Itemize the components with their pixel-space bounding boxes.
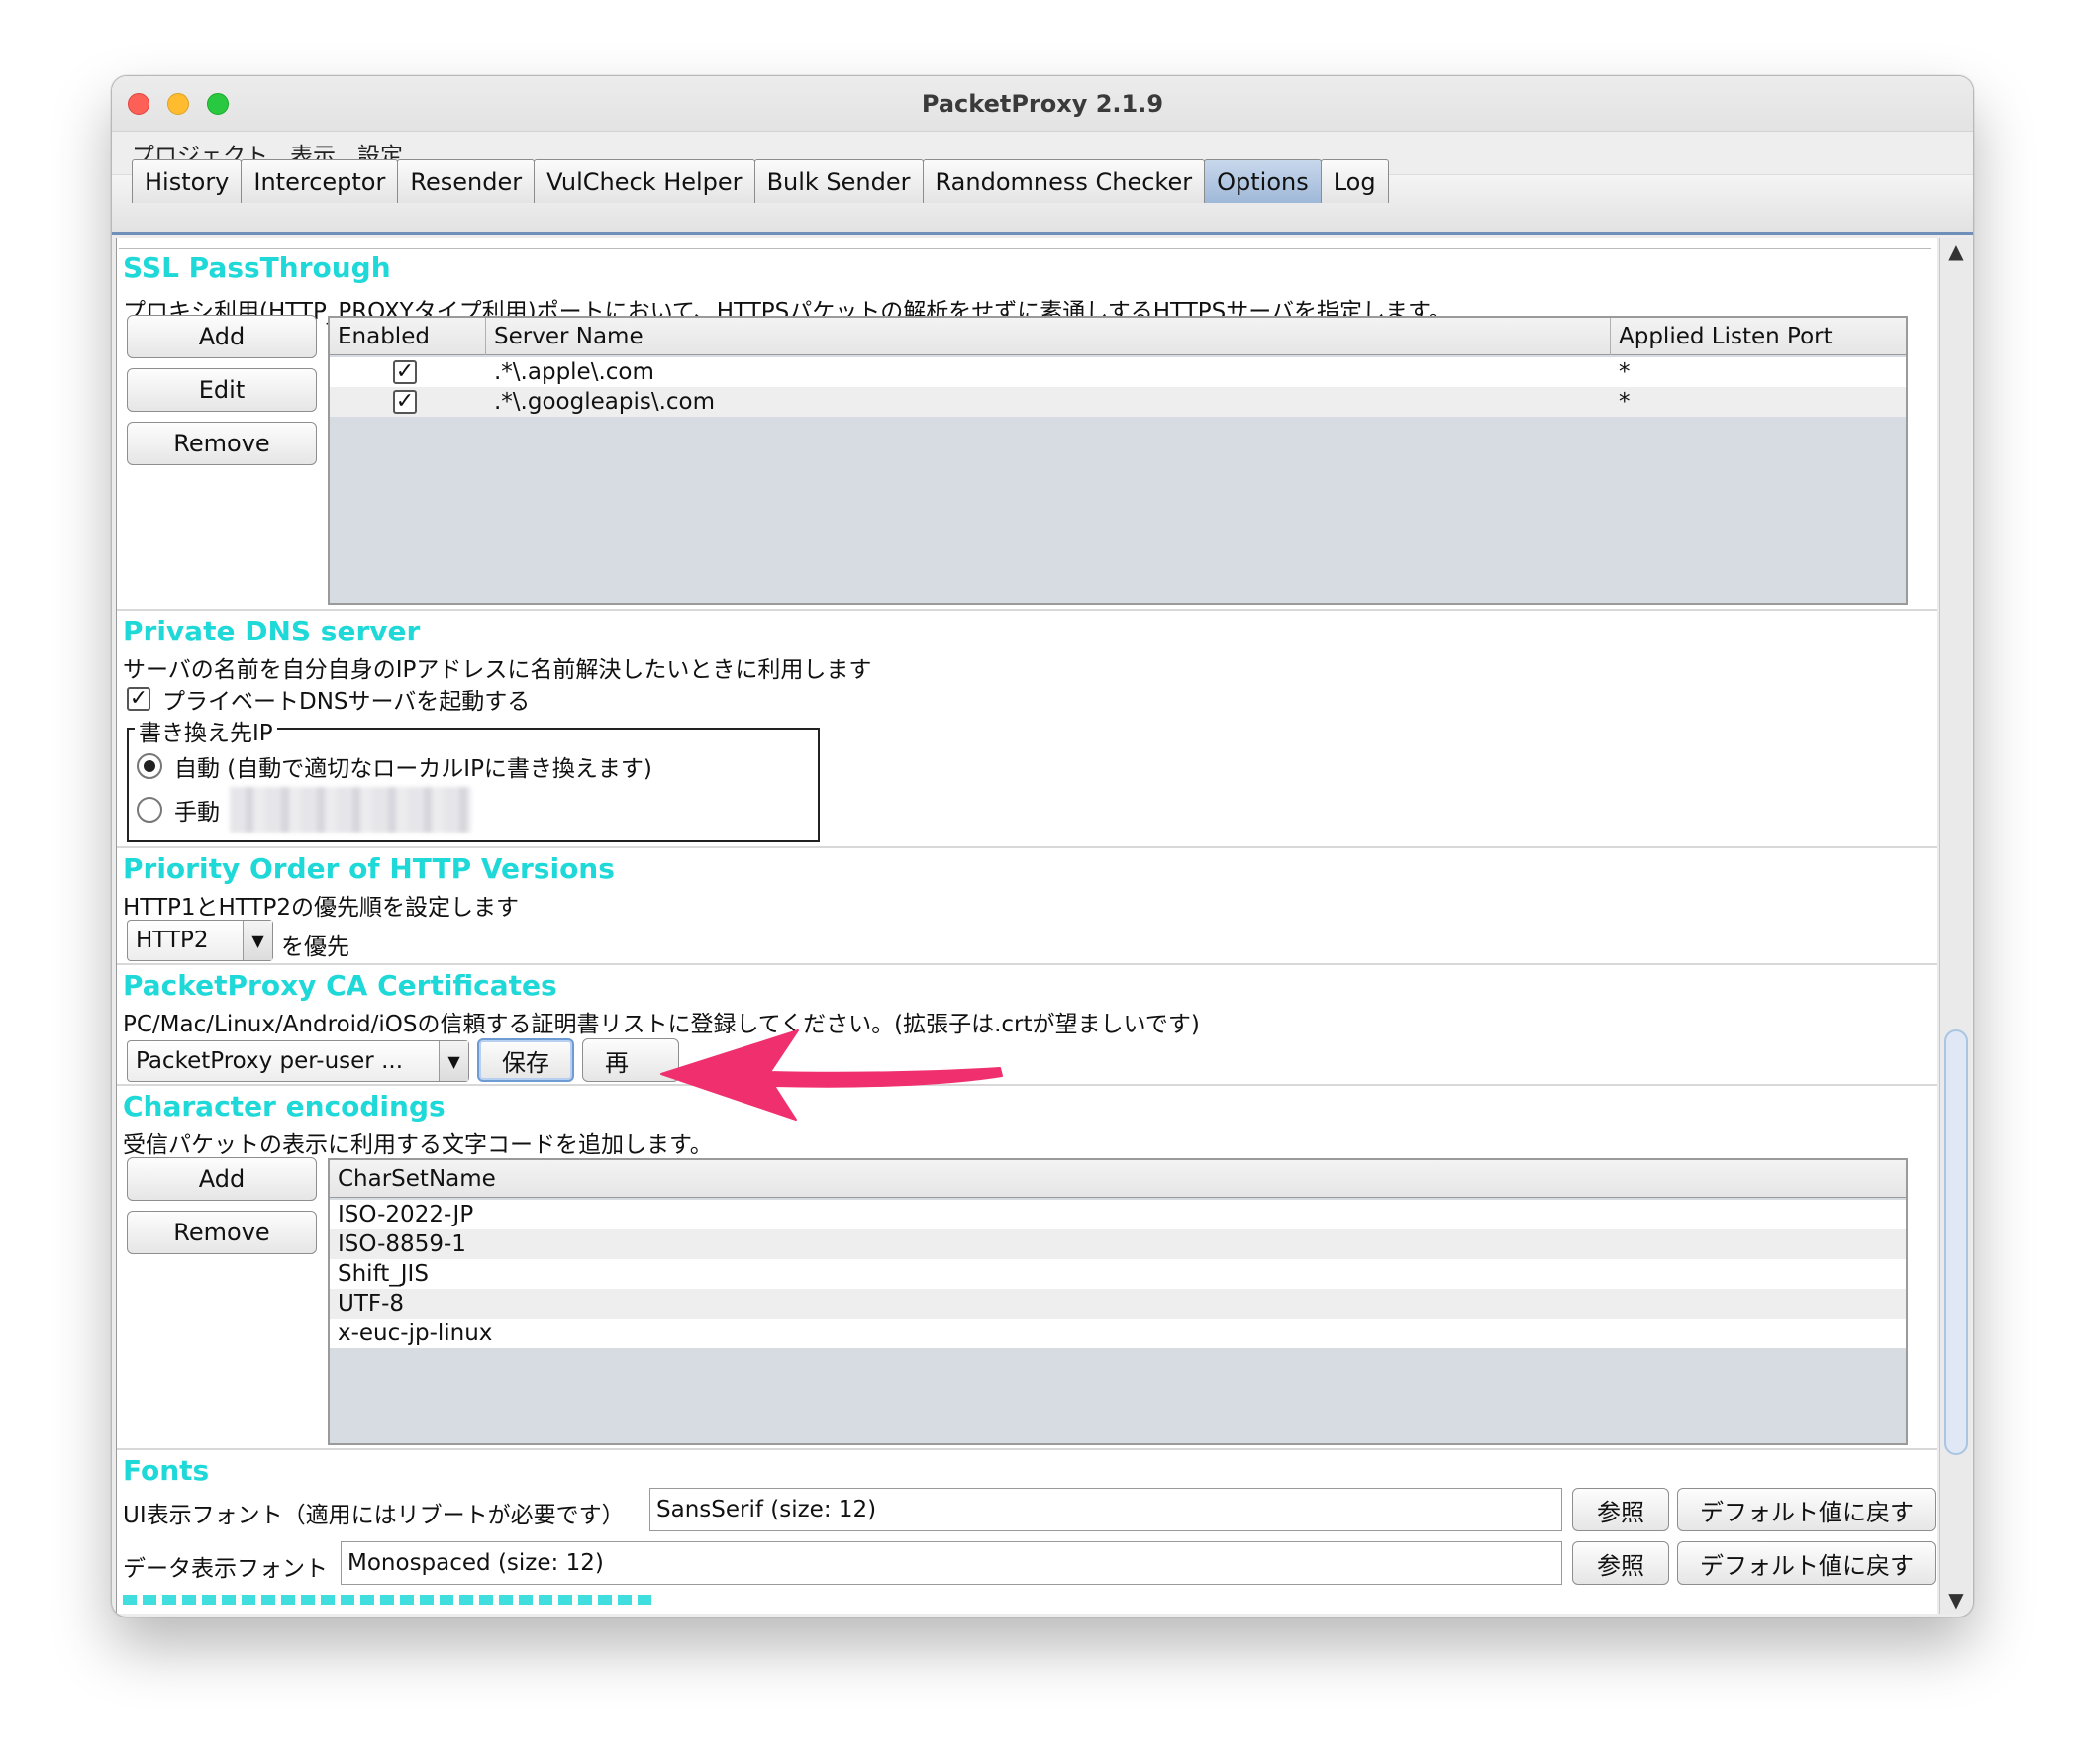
tab-interceptor[interactable]: Interceptor bbox=[241, 159, 399, 203]
ui-font-field[interactable]: SansSerif (size: 12) bbox=[649, 1488, 1562, 1531]
rewrite-ip-legend: 書き換え先IP bbox=[135, 714, 277, 747]
ca-type-select[interactable]: PacketProxy per-user ... ▼ bbox=[127, 1040, 469, 1082]
fonts-section: Fonts UI表示フォント（適用にはリブートが必要です） SansSerif … bbox=[117, 1450, 1937, 1614]
charset-cell: Shift_JIS bbox=[338, 1261, 429, 1287]
next-section-title-clipped bbox=[123, 1595, 657, 1605]
window-controls bbox=[128, 93, 229, 115]
dns-enable-checkbox[interactable]: ✓ bbox=[127, 687, 150, 711]
tab-options[interactable]: Options bbox=[1204, 159, 1322, 203]
charset-cell: UTF-8 bbox=[338, 1291, 405, 1317]
options-panel: SSL PassThrough プロキシ利用(HTTP_PROXYタイプ利用)ポ… bbox=[116, 238, 1937, 1614]
ssl-remove-button[interactable]: Remove bbox=[127, 422, 317, 465]
ui-font-label: UI表示フォント（適用にはリブートが必要です） bbox=[123, 1503, 625, 1528]
tab-resender[interactable]: Resender bbox=[397, 159, 536, 203]
charset-table: CharSetName ISO-2022-JP ISO-8859-1 Shift… bbox=[328, 1158, 1908, 1445]
dns-enable-row[interactable]: ✓ プライベートDNSサーバを起動する bbox=[127, 682, 530, 716]
http-priority-select[interactable]: HTTP2 ▼ bbox=[127, 920, 273, 961]
http-description: HTTP1とHTTP2の優先順を設定します bbox=[123, 895, 519, 921]
ssl-edit-button[interactable]: Edit bbox=[127, 368, 317, 412]
ssl-add-button[interactable]: Add bbox=[127, 315, 317, 358]
port-cell: * bbox=[1619, 389, 1631, 415]
http-version-section: Priority Order of HTTP Versions HTTP1とHT… bbox=[117, 848, 1937, 965]
charset-remove-button[interactable]: Remove bbox=[127, 1211, 317, 1254]
charset-cell: x-euc-jp-linux bbox=[338, 1321, 493, 1346]
ca-title: PacketProxy CA Certificates bbox=[123, 969, 557, 1002]
window-title: PacketProxy 2.1.9 bbox=[921, 89, 1164, 118]
tab-vulcheck-helper[interactable]: VulCheck Helper bbox=[534, 159, 755, 203]
table-row[interactable]: UTF-8 bbox=[330, 1289, 1906, 1319]
data-font-field[interactable]: Monospaced (size: 12) bbox=[341, 1541, 1562, 1585]
auto-ip-option[interactable]: 自動 (自動で適切なローカルIPに書き換えます) bbox=[137, 749, 652, 783]
charset-cell: ISO-8859-1 bbox=[338, 1231, 466, 1257]
enabled-checkbox[interactable]: ✓ bbox=[393, 390, 417, 414]
section-divider bbox=[119, 238, 1931, 249]
col-enabled[interactable]: Enabled bbox=[330, 318, 486, 355]
data-font-browse-button[interactable]: 参照 bbox=[1572, 1541, 1669, 1585]
tab-bulk-sender[interactable]: Bulk Sender bbox=[753, 159, 924, 203]
table-row[interactable]: ISO-8859-1 bbox=[330, 1229, 1906, 1259]
fonts-title: Fonts bbox=[123, 1454, 210, 1487]
zoom-window-button[interactable] bbox=[207, 93, 229, 115]
dns-title: Private DNS server bbox=[123, 615, 421, 647]
col-server-name[interactable]: Server Name bbox=[486, 318, 1611, 355]
ca-certificates-section: PacketProxy CA Certificates PC/Mac/Linux… bbox=[117, 965, 1937, 1121]
charset-description: 受信パケットの表示に利用する文字コードを追加します。 bbox=[123, 1132, 713, 1158]
charset-add-button[interactable]: Add bbox=[127, 1157, 317, 1201]
private-dns-section: Private DNS server サーバの名前を自分自身のIPアドレスに名前… bbox=[117, 611, 1937, 848]
ssl-table: Enabled Server Name Applied Listen Port … bbox=[328, 316, 1908, 605]
ca-selected-value: PacketProxy per-user ... bbox=[136, 1048, 404, 1074]
tab-history[interactable]: History bbox=[132, 159, 243, 203]
rewrite-ip-group: 書き換え先IP 自動 (自動で適切なローカルIPに書き換えます) 手動 bbox=[127, 714, 820, 842]
tab-log[interactable]: Log bbox=[1320, 159, 1389, 203]
auto-radio[interactable] bbox=[137, 753, 162, 779]
http-selected-value: HTTP2 bbox=[136, 928, 209, 953]
app-window: PacketProxy 2.1.9 プロジェクト 表示 設定 History I… bbox=[111, 75, 1974, 1617]
manual-radio[interactable] bbox=[137, 797, 162, 823]
col-charset-name[interactable]: CharSetName bbox=[330, 1160, 1908, 1198]
dns-description: サーバの名前を自分自身のIPアドレスに名前解決したいときに利用します bbox=[123, 657, 872, 683]
charset-table-header: CharSetName bbox=[330, 1160, 1906, 1198]
charset-cell: ISO-2022-JP bbox=[338, 1202, 474, 1227]
server-name-cell: .*\.googleapis\.com bbox=[494, 389, 716, 415]
table-row[interactable]: Shift_JIS bbox=[330, 1259, 1906, 1289]
scroll-up-icon[interactable]: ▲ bbox=[1940, 238, 1972, 265]
tab-randomness-checker[interactable]: Randomness Checker bbox=[922, 159, 1206, 203]
port-cell: * bbox=[1619, 359, 1631, 385]
title-bar: PacketProxy 2.1.9 bbox=[112, 76, 1973, 132]
enabled-checkbox[interactable]: ✓ bbox=[393, 360, 417, 384]
http-priority-suffix: を優先 bbox=[281, 934, 349, 960]
ssl-table-header: Enabled Server Name Applied Listen Port bbox=[330, 318, 1906, 355]
character-encodings-section: Character encodings 受信パケットの表示に利用する文字コードを… bbox=[117, 1086, 1937, 1450]
server-name-cell: .*\.apple\.com bbox=[494, 359, 654, 385]
chevron-down-icon: ▼ bbox=[243, 921, 272, 960]
ssl-title: SSL PassThrough bbox=[123, 251, 391, 284]
vertical-scrollbar[interactable]: ▲ ▼ bbox=[1939, 238, 1971, 1614]
manual-ip-input[interactable] bbox=[230, 787, 471, 833]
table-row[interactable]: x-euc-jp-linux bbox=[330, 1319, 1906, 1348]
table-row[interactable]: ISO-2022-JP bbox=[330, 1200, 1906, 1229]
auto-ip-label: 自動 (自動で適切なローカルIPに書き換えます) bbox=[174, 756, 652, 782]
table-row[interactable]: ✓ .*\.googleapis\.com * bbox=[330, 387, 1906, 417]
dns-enable-label: プライベートDNSサーバを起動する bbox=[162, 689, 531, 715]
data-font-reset-button[interactable]: デフォルト値に戻す bbox=[1677, 1541, 1936, 1585]
ca-save-button[interactable]: 保存 bbox=[477, 1038, 574, 1082]
tab-list: History Interceptor Resender VulCheck He… bbox=[132, 159, 1389, 203]
close-window-button[interactable] bbox=[128, 93, 149, 115]
scrollbar-thumb[interactable] bbox=[1944, 1029, 1968, 1455]
ui-font-browse-button[interactable]: 参照 bbox=[1572, 1488, 1669, 1531]
col-applied-listen-port[interactable]: Applied Listen Port bbox=[1611, 318, 1908, 355]
ui-font-reset-button[interactable]: デフォルト値に戻す bbox=[1677, 1488, 1936, 1531]
charset-title: Character encodings bbox=[123, 1090, 446, 1123]
ssl-passthrough-section: SSL PassThrough プロキシ利用(HTTP_PROXYタイプ利用)ポ… bbox=[117, 238, 1937, 611]
table-row[interactable]: ✓ .*\.apple\.com * bbox=[330, 357, 1906, 387]
chevron-down-icon: ▼ bbox=[439, 1041, 468, 1081]
http-title: Priority Order of HTTP Versions bbox=[123, 852, 615, 885]
scroll-down-icon[interactable]: ▼ bbox=[1940, 1586, 1972, 1614]
manual-ip-option[interactable]: 手動 bbox=[137, 793, 220, 827]
minimize-window-button[interactable] bbox=[167, 93, 189, 115]
data-font-label: データ表示フォント bbox=[123, 1556, 328, 1582]
manual-ip-label: 手動 bbox=[174, 800, 220, 826]
